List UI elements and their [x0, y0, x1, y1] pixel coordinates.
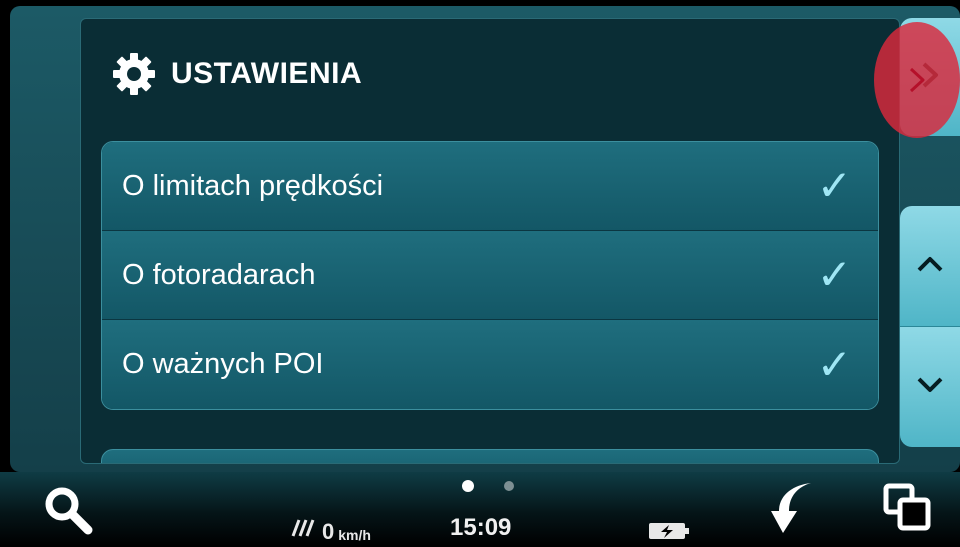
search-icon [42, 485, 94, 540]
clock: 15:09 [450, 514, 512, 541]
page-title: USTAWIENIA [171, 57, 363, 90]
list-item[interactable]: O limitach prędkości ✓ [102, 142, 878, 231]
panel-header: USTAWIENIA [111, 49, 362, 99]
bottom-bar: 0 km/h 15:09 [0, 472, 960, 546]
speed-unit: km/h [338, 527, 371, 543]
page-dot [504, 481, 514, 491]
list-item[interactable]: O fotoradarach ✓ [102, 231, 878, 320]
scroll-down-button[interactable] [900, 327, 960, 447]
list-item-label: O fotoradarach [122, 258, 316, 291]
tap-highlight [874, 22, 960, 138]
settings-panel: USTAWIENIA O limitach prędkości ✓ O foto… [80, 18, 900, 464]
checkmark-icon: ✓ [816, 162, 852, 209]
list-item-label: O limitach prędkości [122, 169, 384, 202]
list-item-label: O ważnych POI [122, 348, 324, 380]
settings-list: O limitach prędkości ✓ O fotoradarach ✓ … [101, 141, 879, 410]
checkmark-icon: ✓ [816, 340, 852, 388]
battery-charging-icon [648, 520, 692, 547]
gear-icon [111, 51, 157, 97]
search-button[interactable] [40, 486, 96, 538]
chevron-up-icon [915, 253, 945, 280]
checkmark-icon: ✓ [816, 251, 852, 298]
speed-value: 0 [322, 519, 335, 544]
page-indicator [462, 480, 514, 492]
back-arrow-icon [767, 479, 821, 542]
signal-icon [290, 516, 318, 545]
list-item[interactable]: O ważnych POI ✓ [102, 320, 878, 409]
chevron-down-icon [915, 374, 945, 401]
windows-icon [882, 483, 934, 538]
page-dot-active [462, 480, 474, 492]
speed-readout: 0 km/h [290, 516, 371, 545]
scroll-up-button[interactable] [900, 206, 960, 327]
back-button[interactable] [764, 480, 824, 540]
list-item-partial[interactable] [101, 449, 879, 463]
windows-button[interactable] [878, 482, 938, 538]
